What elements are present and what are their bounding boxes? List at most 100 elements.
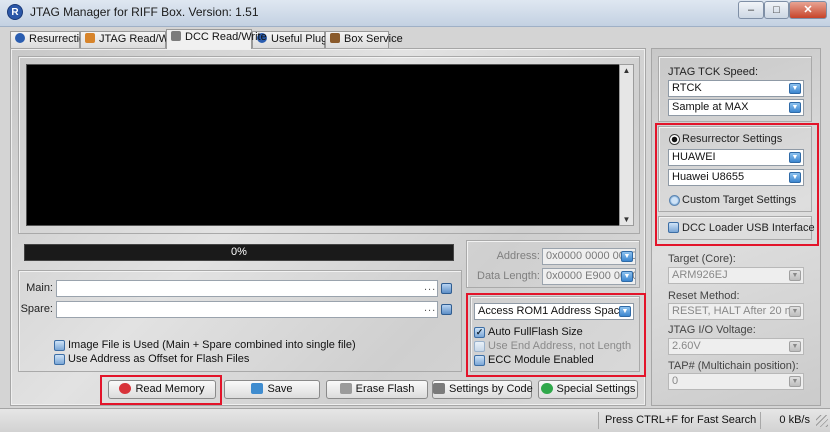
- resurrector-radio[interactable]: [669, 134, 680, 145]
- chevron-down-icon: ▼: [789, 376, 801, 387]
- dcc-loader-checkbox[interactable]: [668, 222, 679, 233]
- dcc-icon: [171, 31, 181, 41]
- scroll-down-icon[interactable]: ▼: [621, 214, 632, 225]
- window-title: JTAG Manager for RIFF Box. Version: 1.51: [30, 5, 259, 19]
- length-unit-icon[interactable]: ▼: [621, 271, 633, 282]
- tap-value: 0: [672, 375, 679, 387]
- chevron-down-icon: ▼: [789, 341, 801, 352]
- erase-icon: [339, 383, 352, 394]
- address-label: Address:: [496, 250, 540, 262]
- special-icon: [540, 383, 553, 394]
- data-length-field[interactable]: 0x0000 E900 0000 ▼: [542, 268, 636, 285]
- chevron-down-icon: ▼: [789, 152, 801, 163]
- app-icon: R: [7, 4, 23, 20]
- progress-text: 0%: [231, 246, 247, 258]
- erase-flash-label: Erase Flash: [355, 383, 415, 395]
- special-settings-button[interactable]: Special Settings: [538, 380, 638, 399]
- chevron-down-icon: ▼: [789, 102, 801, 113]
- ecc-module-label: ECC Module Enabled: [488, 354, 594, 366]
- main-open-icon[interactable]: [441, 283, 452, 294]
- address-unit-icon[interactable]: ▼: [621, 251, 633, 262]
- scroll-up-icon[interactable]: ▲: [621, 65, 632, 76]
- sample-select[interactable]: Sample at MAX ▼: [668, 99, 804, 116]
- read-memory-label: Read Memory: [135, 383, 205, 395]
- data-length-label: Data Length:: [477, 270, 540, 282]
- dcc-loader-label: DCC Loader USB Interface: [682, 222, 815, 234]
- close-button[interactable]: ✕: [789, 1, 827, 19]
- status-empty: [398, 412, 598, 429]
- minimize-button[interactable]: –: [738, 1, 764, 19]
- model-select[interactable]: Huawei U8655 ▼: [668, 169, 804, 186]
- target-value: ARM926EJ: [672, 269, 728, 281]
- log-scrollbar[interactable]: ▲ ▼: [619, 64, 634, 226]
- address-space-value: Access ROM1 Address Space: [478, 305, 626, 317]
- status-hint: Press CTRL+F for Fast Search: [598, 412, 768, 429]
- tab-dcc-read-write[interactable]: DCC Read/Write: [166, 29, 267, 49]
- chevron-down-icon: ▼: [789, 306, 801, 317]
- reset-value: RESET, HALT After 20 ms: [672, 305, 800, 317]
- auto-fullflash-checkbox[interactable]: ✓: [474, 327, 485, 338]
- save-button[interactable]: Save: [224, 380, 320, 399]
- address-field[interactable]: 0x0000 0000 0000 ▼: [542, 248, 636, 265]
- tck-speed-select[interactable]: RTCK ▼: [668, 80, 804, 97]
- erase-flash-button[interactable]: Erase Flash: [326, 380, 428, 399]
- settings-icon: [433, 383, 445, 394]
- main-browse-dots[interactable]: ...: [424, 281, 436, 293]
- resurrector-label: Resurrector Settings: [682, 133, 783, 145]
- save-label: Save: [267, 383, 293, 395]
- special-settings-label: Special Settings: [556, 383, 636, 395]
- reset-label: Reset Method:: [668, 290, 740, 302]
- maximize-button[interactable]: □: [764, 1, 789, 19]
- vendor-value: HUAWEI: [672, 151, 716, 163]
- title-bar[interactable]: R JTAG Manager for RIFF Box. Version: 1.…: [0, 0, 830, 27]
- use-end-address-label: Use End Address, not Length: [488, 340, 632, 352]
- image-file-checkbox[interactable]: [54, 340, 65, 351]
- tab-resurrection[interactable]: Resurrection: [10, 31, 91, 48]
- tab-label: DCC Read/Write: [185, 31, 267, 43]
- tab-jtag-read-write[interactable]: JTAG Read/Write: [80, 31, 184, 48]
- tab-label: Box Service: [344, 33, 403, 45]
- sample-value: Sample at MAX: [672, 101, 749, 113]
- resize-grip[interactable]: [816, 415, 828, 427]
- tap-select[interactable]: 0 ▼: [668, 373, 804, 390]
- model-value: Huawei U8655: [672, 171, 745, 183]
- spare-file-input[interactable]: [56, 301, 438, 318]
- use-address-checkbox[interactable]: [54, 354, 65, 365]
- status-speed: 0 kB/s: [760, 412, 814, 429]
- info-icon: [15, 33, 25, 43]
- vendor-select[interactable]: HUAWEI ▼: [668, 149, 804, 166]
- voltage-value: 2.60V: [672, 340, 701, 352]
- chevron-down-icon: ▼: [619, 306, 631, 317]
- target-label: Target (Core):: [668, 253, 736, 265]
- voltage-select[interactable]: 2.60V ▼: [668, 338, 804, 355]
- settings-by-code-label: Settings by Code: [449, 383, 533, 395]
- spare-label: Spare:: [20, 303, 53, 315]
- spare-open-icon[interactable]: [441, 304, 452, 315]
- progress-bar: 0%: [24, 244, 454, 261]
- custom-target-radio[interactable]: [669, 195, 680, 206]
- chevron-down-icon: ▼: [789, 83, 801, 94]
- main-label: Main:: [26, 282, 53, 294]
- spare-browse-dots[interactable]: ...: [424, 302, 436, 314]
- main-file-input[interactable]: [56, 280, 438, 297]
- status-bar: Press CTRL+F for Fast Search 0 kB/s: [0, 408, 830, 432]
- read-memory-button[interactable]: Read Memory: [108, 380, 216, 399]
- tck-label: JTAG TCK Speed:: [668, 66, 759, 78]
- voltage-label: JTAG I/O Voltage:: [668, 324, 756, 336]
- target-core-select[interactable]: ARM926EJ ▼: [668, 267, 804, 284]
- auto-fullflash-label: Auto FullFlash Size: [488, 326, 583, 338]
- address-space-select[interactable]: Access ROM1 Address Space ▼: [474, 303, 634, 320]
- log-output[interactable]: [26, 64, 620, 226]
- box-icon: [330, 33, 340, 43]
- ecc-module-checkbox[interactable]: [474, 355, 485, 366]
- use-end-address-checkbox[interactable]: [474, 341, 485, 352]
- reset-method-select[interactable]: RESET, HALT After 20 ms ▼: [668, 303, 804, 320]
- read-icon: [119, 383, 132, 394]
- tab-box-service[interactable]: Box Service: [325, 31, 403, 48]
- use-address-label: Use Address as Offset for Flash Files: [68, 353, 250, 365]
- settings-by-code-button[interactable]: Settings by Code: [432, 380, 533, 399]
- save-icon: [251, 383, 264, 394]
- chevron-down-icon: ▼: [789, 270, 801, 281]
- tools-icon: [85, 33, 95, 43]
- image-file-label: Image File is Used (Main + Spare combine…: [68, 339, 356, 351]
